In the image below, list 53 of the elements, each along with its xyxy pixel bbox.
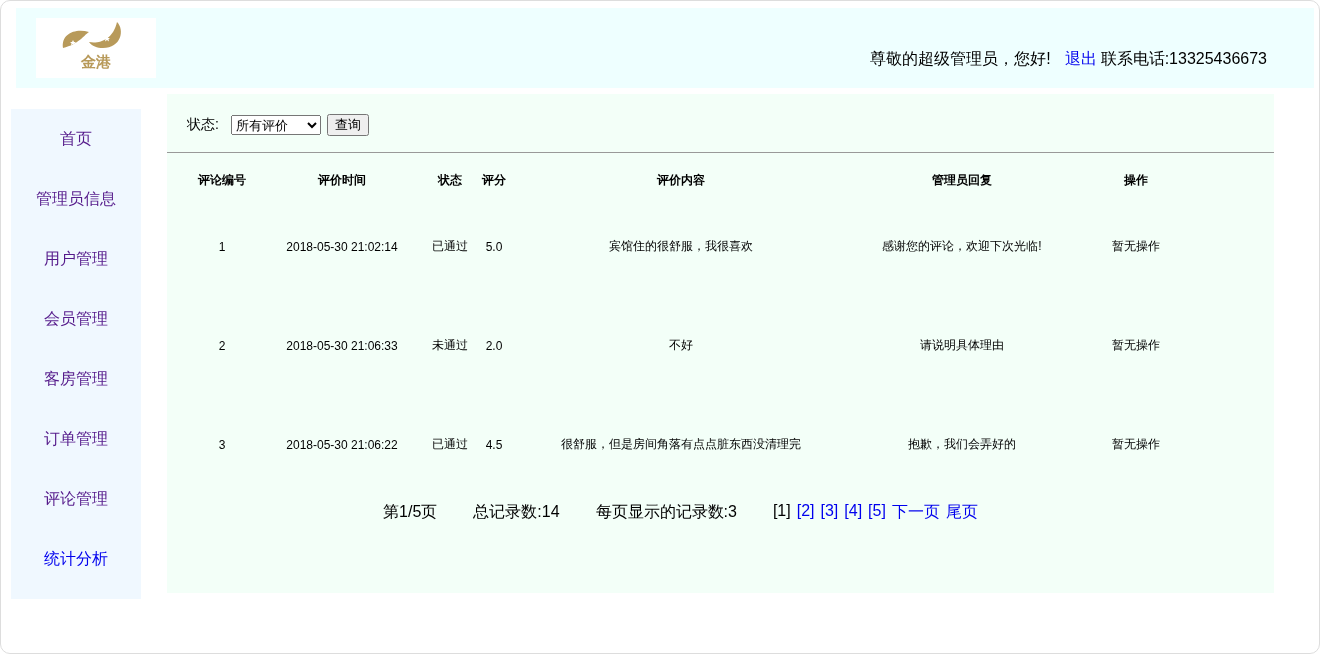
logout-link[interactable]: 退出 bbox=[1064, 49, 1097, 70]
query-button[interactable]: 查询 bbox=[326, 114, 369, 136]
table-cell-text: 2018-05-30 21:06:22 bbox=[285, 436, 399, 454]
per-page-count: 每页显示的记录数:3 bbox=[595, 502, 737, 522]
table-cell-text: 暂无操作 bbox=[1111, 238, 1161, 255]
table-cell-text: 抱歉，我们会弄好的 bbox=[907, 436, 1017, 453]
sidebar-link[interactable]: 会员管理 bbox=[11, 289, 141, 349]
column-header: 操作 bbox=[1123, 171, 1149, 189]
table-cell-text: 已通过 bbox=[431, 238, 469, 255]
table-cell-text: 2018-05-30 21:06:33 bbox=[285, 337, 399, 355]
page-link[interactable]: [4] bbox=[844, 502, 863, 523]
page-link[interactable]: [3] bbox=[820, 502, 839, 523]
page-indicator: 第1/5页 bbox=[383, 502, 438, 522]
table-cell-text: 请说明具体理由 bbox=[919, 337, 1005, 354]
column-header: 评价时间 bbox=[316, 171, 367, 189]
sidebar-link[interactable]: 统计分析 bbox=[11, 529, 141, 589]
column-header: 状态 bbox=[436, 171, 463, 189]
table-cell-text: 4.5 bbox=[484, 436, 504, 454]
sidebar-link[interactable]: 用户管理 bbox=[11, 229, 141, 289]
table-cell-text: 宾馆住的很舒服，我很喜欢 bbox=[608, 238, 754, 255]
column-header: 评价内容 bbox=[655, 171, 706, 189]
table-cell-text: 2.0 bbox=[484, 337, 504, 355]
table-cell-text: 不好 bbox=[668, 337, 694, 354]
table-cell-text: 5.0 bbox=[484, 238, 504, 256]
page-link[interactable]: [5] bbox=[868, 502, 886, 523]
table-cell-text: 1 bbox=[217, 238, 227, 256]
sidebar-link[interactable]: 首页 bbox=[11, 109, 141, 169]
page-link[interactable]: [2] bbox=[796, 502, 815, 523]
greeting-text: 尊敬的超级管理员，您好! bbox=[870, 49, 1051, 69]
table-cell-text: 暂无操作 bbox=[1111, 436, 1161, 453]
phone-text: 联系电话:13325436673 bbox=[1100, 49, 1267, 69]
column-header: 评论编号 bbox=[196, 171, 247, 189]
status-select[interactable]: 所有评价 bbox=[230, 115, 321, 135]
column-header: 评分 bbox=[480, 171, 507, 189]
status-label: 状态: bbox=[187, 116, 219, 134]
current-page[interactable]: [1] bbox=[772, 502, 791, 523]
sidebar-link[interactable]: 客房管理 bbox=[11, 349, 141, 409]
table-cell-text: 2018-05-30 21:02:14 bbox=[285, 238, 399, 256]
page-link[interactable]: 尾页 bbox=[945, 502, 978, 523]
total-records: 总记录数:14 bbox=[473, 502, 560, 522]
table-cell-text: 3 bbox=[217, 436, 227, 454]
table-cell-text: 2 bbox=[217, 337, 227, 355]
sidebar-link[interactable]: 订单管理 bbox=[11, 409, 141, 469]
table-cell-text: 感谢您的评论，欢迎下次光临! bbox=[881, 238, 1043, 255]
column-header: 管理员回复 bbox=[931, 171, 993, 189]
sidebar-link[interactable]: 评论管理 bbox=[11, 469, 141, 529]
table-cell-text: 未通过 bbox=[431, 337, 469, 354]
page-link[interactable]: 下一页 bbox=[891, 502, 940, 523]
table-cell-text: 已通过 bbox=[431, 436, 469, 453]
table-cell-text: 很舒服，但是房间角落有点点脏东西没清理完 bbox=[560, 436, 802, 453]
sidebar-link[interactable]: 管理员信息 bbox=[11, 169, 141, 229]
table-cell-text: 暂无操作 bbox=[1111, 337, 1161, 354]
logo-text: 金港 bbox=[81, 54, 111, 70]
